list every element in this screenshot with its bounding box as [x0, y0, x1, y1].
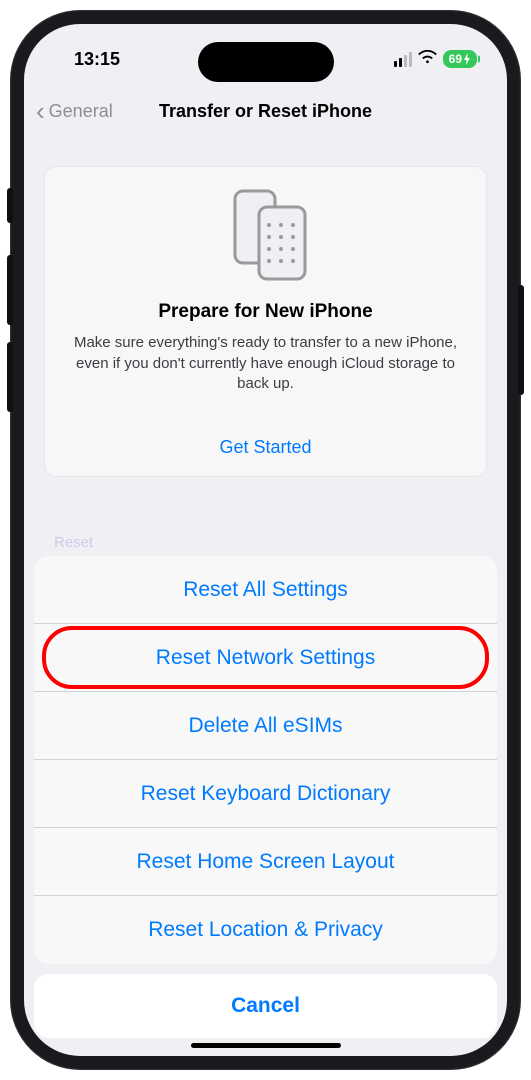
sheet-item-label: Reset Network Settings	[156, 646, 375, 670]
delete-all-esims-button[interactable]: Delete All eSIMs	[34, 692, 497, 760]
phone-frame: 13:15 69 ‹ General Transfer or Reset iPh…	[10, 10, 521, 1070]
reset-home-screen-layout-button[interactable]: Reset Home Screen Layout	[34, 828, 497, 896]
action-sheet: Reset Reset All Settings Reset Network S…	[34, 556, 497, 1038]
screen: 13:15 69 ‹ General Transfer or Reset iPh…	[24, 24, 507, 1056]
sheet-item-label: Reset Location & Privacy	[148, 918, 383, 942]
home-indicator[interactable]	[191, 1043, 341, 1048]
sheet-item-label: Reset Keyboard Dictionary	[141, 782, 391, 806]
power-button	[518, 285, 524, 395]
sheet-item-label: Delete All eSIMs	[188, 714, 342, 738]
reset-network-settings-button[interactable]: Reset Network Settings	[34, 624, 497, 692]
sheet-item-label: Reset Home Screen Layout	[137, 850, 395, 874]
action-sheet-options: Reset All Settings Reset Network Setting…	[34, 556, 497, 964]
reset-label-background: Reset	[54, 534, 93, 551]
silent-switch	[7, 188, 13, 223]
volume-up-button	[7, 255, 13, 325]
volume-down-button	[7, 342, 13, 412]
cancel-button[interactable]: Cancel	[34, 974, 497, 1038]
reset-location-privacy-button[interactable]: Reset Location & Privacy	[34, 896, 497, 964]
reset-all-settings-button[interactable]: Reset All Settings	[34, 556, 497, 624]
cancel-label: Cancel	[231, 994, 300, 1018]
sheet-item-label: Reset All Settings	[183, 578, 348, 602]
reset-keyboard-dictionary-button[interactable]: Reset Keyboard Dictionary	[34, 760, 497, 828]
